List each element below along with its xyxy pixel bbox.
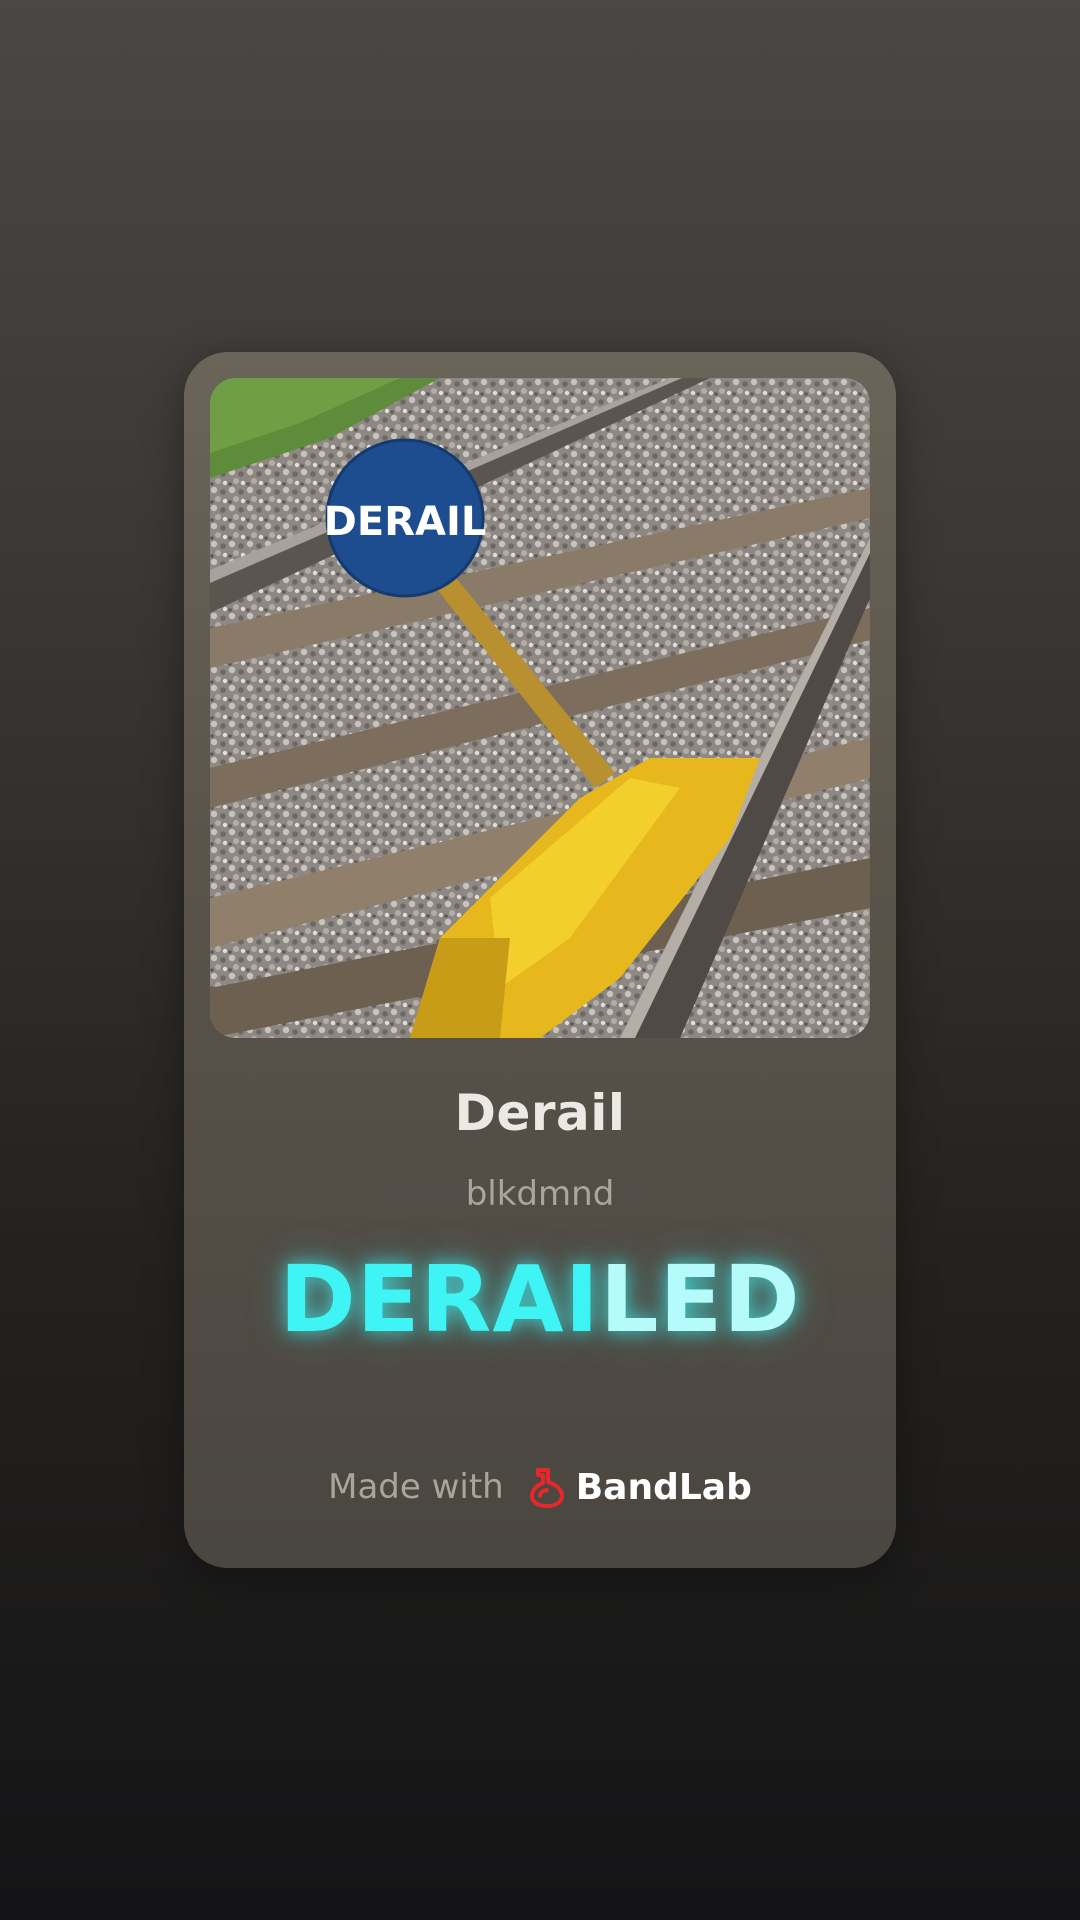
cover-sign-text: DERAIL bbox=[324, 499, 487, 545]
artist-name: blkdmnd bbox=[465, 1174, 615, 1214]
share-card: DERAIL Derail blkdmnd DERAILED Made with… bbox=[184, 352, 896, 1568]
cover-art: DERAIL bbox=[210, 378, 870, 1038]
lyric-rest: LED bbox=[599, 1246, 801, 1353]
lyric-line: DERAILED bbox=[184, 1246, 896, 1353]
cover-art-image: DERAIL bbox=[210, 378, 870, 1038]
footer: Made with BandLab bbox=[184, 1466, 896, 1508]
lyric-highlighted: DERAI bbox=[279, 1246, 600, 1353]
bandlab-brand[interactable]: BandLab bbox=[526, 1466, 752, 1508]
bandlab-logo-icon bbox=[529, 1468, 564, 1508]
song-title: Derail bbox=[454, 1084, 626, 1142]
made-with-label: Made with bbox=[328, 1467, 504, 1507]
brand-name: BandLab bbox=[575, 1466, 752, 1508]
